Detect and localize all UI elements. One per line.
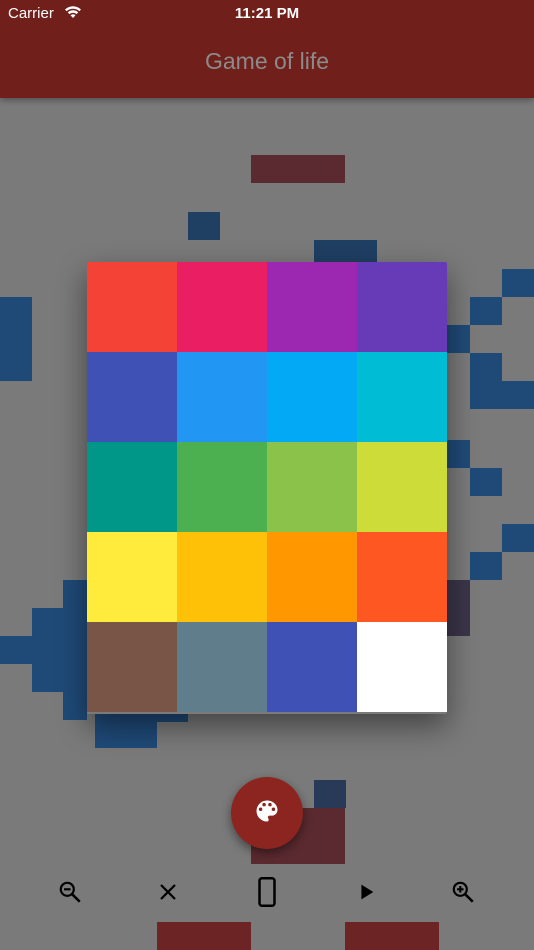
- live-cell: [63, 692, 87, 720]
- color-swatch[interactable]: [357, 262, 447, 352]
- color-swatch[interactable]: [177, 352, 267, 442]
- live-cell: [0, 297, 32, 381]
- live-cell: [446, 580, 470, 636]
- color-palette-dialog: [87, 262, 447, 714]
- color-swatch[interactable]: [267, 352, 357, 442]
- color-swatch[interactable]: [357, 622, 447, 712]
- device-button[interactable]: [245, 872, 289, 916]
- status-time: 11:21 PM: [234, 5, 300, 22]
- close-icon: [156, 880, 180, 909]
- live-cell: [502, 524, 534, 552]
- color-swatch[interactable]: [357, 442, 447, 532]
- zoom-in-button[interactable]: [441, 872, 485, 916]
- color-swatch[interactable]: [267, 262, 357, 352]
- color-swatch[interactable]: [177, 262, 267, 352]
- clear-button[interactable]: [146, 872, 190, 916]
- zoom-in-icon: [450, 879, 476, 910]
- app-title: Game of life: [205, 48, 329, 74]
- live-cell: [446, 325, 470, 353]
- color-swatch[interactable]: [87, 532, 177, 622]
- live-cell: [446, 440, 470, 468]
- color-swatch[interactable]: [87, 442, 177, 532]
- live-cell: [95, 714, 157, 748]
- color-swatch[interactable]: [267, 532, 357, 622]
- zoom-out-button[interactable]: [48, 872, 92, 916]
- live-cell: [32, 608, 87, 636]
- phone-icon: [256, 876, 278, 912]
- play-button[interactable]: [344, 872, 388, 916]
- live-cell: [157, 922, 251, 950]
- live-cell: [345, 922, 439, 950]
- live-cell: [188, 212, 220, 240]
- status-bar: Carrier 11:21 PM: [0, 0, 534, 28]
- live-cell: [470, 552, 502, 580]
- color-swatch[interactable]: [357, 532, 447, 622]
- live-cell: [0, 636, 87, 664]
- color-swatch[interactable]: [177, 532, 267, 622]
- color-swatch[interactable]: [177, 442, 267, 532]
- zoom-out-icon: [57, 879, 83, 910]
- palette-button[interactable]: [231, 777, 303, 849]
- color-swatch[interactable]: [267, 622, 357, 712]
- live-cell: [502, 269, 534, 297]
- color-swatch[interactable]: [87, 622, 177, 712]
- live-cell: [470, 468, 502, 496]
- color-swatch[interactable]: [357, 352, 447, 442]
- color-swatch[interactable]: [267, 442, 357, 532]
- play-icon: [355, 881, 377, 908]
- palette-icon: [253, 797, 281, 830]
- live-cell: [251, 155, 345, 183]
- color-swatch[interactable]: [87, 352, 177, 442]
- live-cell: [157, 714, 188, 722]
- color-swatch[interactable]: [177, 622, 267, 712]
- live-cell: [470, 381, 534, 409]
- live-cell: [470, 297, 502, 325]
- live-cell: [32, 664, 87, 692]
- live-cell: [63, 580, 87, 608]
- live-cell: [314, 780, 346, 808]
- color-swatch[interactable]: [87, 262, 177, 352]
- live-cell: [470, 353, 502, 381]
